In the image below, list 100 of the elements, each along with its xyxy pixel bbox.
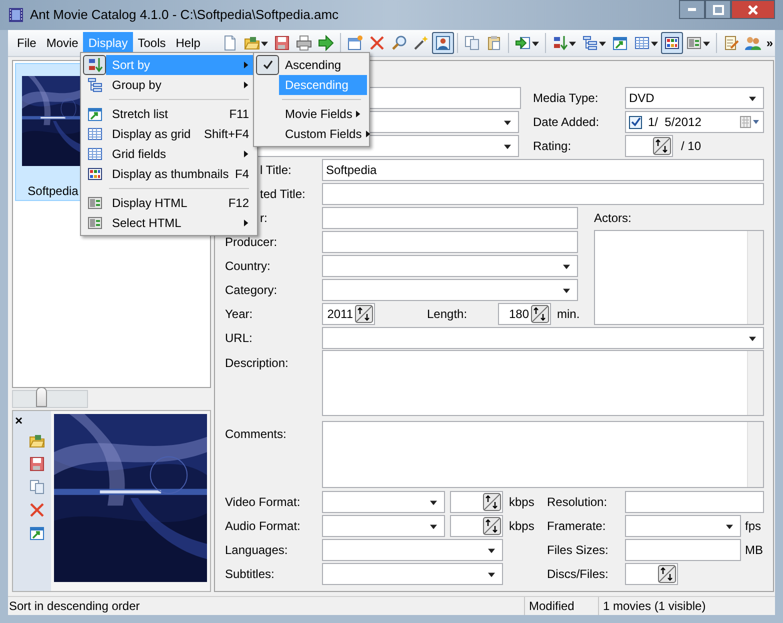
dropdown-field[interactable]: [625, 515, 741, 537]
page-layout-icon: [686, 35, 702, 51]
menu-item[interactable]: Movie: [41, 32, 84, 54]
spin-arrows-icon[interactable]: [658, 565, 676, 583]
text-field[interactable]: [322, 231, 578, 253]
spin-arrows-icon[interactable]: [483, 493, 501, 511]
people-icon: [745, 35, 762, 51]
text-field[interactable]: [625, 491, 764, 513]
field-label: Rating:: [533, 138, 572, 155]
tree-icon: [86, 77, 102, 93]
printer-icon: [296, 35, 312, 51]
date-field[interactable]: 1/ 5/2012: [625, 111, 764, 133]
field-label: kbps: [509, 518, 534, 535]
copy-button[interactable]: [28, 478, 46, 496]
import-icon: [515, 35, 532, 51]
status-text: 1 movies (1 visible): [598, 597, 706, 615]
dropdown-field[interactable]: [322, 255, 578, 277]
thumbnails-icon: [86, 166, 102, 182]
checkbox[interactable]: [629, 116, 642, 128]
menu-item[interactable]: Group by: [106, 75, 255, 95]
stretch-icon: [612, 35, 628, 51]
minimize-button[interactable]: [679, 0, 705, 19]
slider-thumb[interactable]: [36, 387, 48, 407]
sort-icon: [86, 57, 102, 73]
dropdown-arrow-icon: [563, 286, 570, 294]
spin-field[interactable]: 2011: [322, 303, 375, 325]
spin-field[interactable]: [450, 491, 503, 513]
dropdown-field[interactable]: DVD: [625, 87, 764, 109]
floppy-icon: [274, 35, 290, 51]
stretch-button[interactable]: [28, 524, 46, 542]
close-button[interactable]: [731, 0, 775, 19]
folder-icon: [29, 433, 45, 449]
menu-item[interactable]: File: [12, 32, 42, 54]
text-field[interactable]: [322, 183, 764, 205]
dropdown-arrow-icon: [504, 118, 511, 126]
caret-icon: [261, 40, 268, 46]
text-field[interactable]: Softpedia: [322, 159, 764, 181]
menu-item[interactable]: Help: [170, 32, 206, 54]
minimize-icon: [688, 8, 696, 11]
menu-item[interactable]: Custom Fields: [279, 124, 377, 144]
field-label: Media Type:: [533, 90, 600, 107]
floppy-button[interactable]: [28, 455, 46, 473]
dropdown-field[interactable]: [322, 491, 445, 513]
size-slider[interactable]: [12, 390, 88, 408]
folder-button[interactable]: [28, 432, 46, 450]
dropdown-field[interactable]: [322, 279, 578, 301]
spin-arrows-icon[interactable]: [355, 305, 373, 323]
field-label: min.: [557, 306, 580, 323]
menu-item[interactable]: Stretch list F11: [106, 104, 255, 124]
dropdown-arrow-icon: [430, 498, 437, 506]
dropdown-arrow-icon: [504, 142, 511, 150]
field-label: Description:: [225, 355, 290, 372]
cross-button[interactable]: [28, 501, 46, 519]
field-label: / 10: [681, 138, 702, 155]
cross-icon: [369, 35, 386, 51]
thumbnails-button[interactable]: [661, 32, 684, 54]
portrait-button[interactable]: [432, 32, 454, 54]
field-label: Languages:: [225, 542, 289, 559]
description-field[interactable]: [322, 350, 764, 416]
field-label: r:: [260, 211, 268, 225]
grid-icon: [634, 35, 650, 51]
calendar-icon[interactable]: [740, 116, 760, 128]
menu-item[interactable]: Movie Fields: [279, 104, 368, 124]
menu-item[interactable]: Display as thumbnails F4: [106, 164, 255, 184]
menu-item[interactable]: Ascending: [279, 55, 367, 75]
field-label: Category:: [225, 283, 278, 297]
close-icon: [748, 4, 758, 14]
menu-item[interactable]: Grid fields: [106, 144, 255, 164]
spin-field[interactable]: [625, 563, 678, 585]
field-label: Resolution:: [547, 494, 608, 511]
dropdown-field[interactable]: [322, 563, 503, 585]
comments-field[interactable]: [322, 421, 764, 488]
menu-item[interactable]: Display HTML F12: [106, 193, 255, 213]
text-field[interactable]: [322, 207, 578, 229]
field-label: Producer:: [225, 235, 278, 249]
field-label: Files Sizes:: [547, 542, 610, 559]
caret-icon: [703, 40, 710, 46]
spin-arrows-icon[interactable]: [483, 517, 501, 535]
stretch-icon: [29, 525, 45, 541]
menu-item[interactable]: Select HTML: [106, 213, 255, 233]
field-label: kbps: [509, 494, 534, 511]
spin-field[interactable]: [450, 515, 503, 537]
maximize-button[interactable]: [705, 0, 731, 19]
close-button[interactable]: ×: [15, 415, 23, 427]
field-label: Year:: [225, 306, 254, 323]
spin-field[interactable]: 180: [498, 303, 551, 325]
spin-arrows-icon[interactable]: [531, 305, 549, 323]
dropdown-field[interactable]: [322, 539, 503, 561]
notepad-icon: [723, 35, 740, 51]
actors-list[interactable]: [594, 230, 764, 325]
dropdown-field[interactable]: [322, 515, 445, 537]
spin-field[interactable]: [625, 135, 673, 157]
text-field[interactable]: [625, 539, 741, 561]
overflow-button[interactable]: »: [766, 34, 773, 52]
menu-item[interactable]: Display as grid Shift+F4: [106, 124, 255, 144]
menu-item[interactable]: Tools: [132, 32, 171, 54]
spin-arrows-icon[interactable]: [653, 137, 671, 155]
field-label: MB: [745, 542, 763, 559]
url-field[interactable]: [322, 327, 764, 349]
copy-icon: [464, 35, 480, 51]
